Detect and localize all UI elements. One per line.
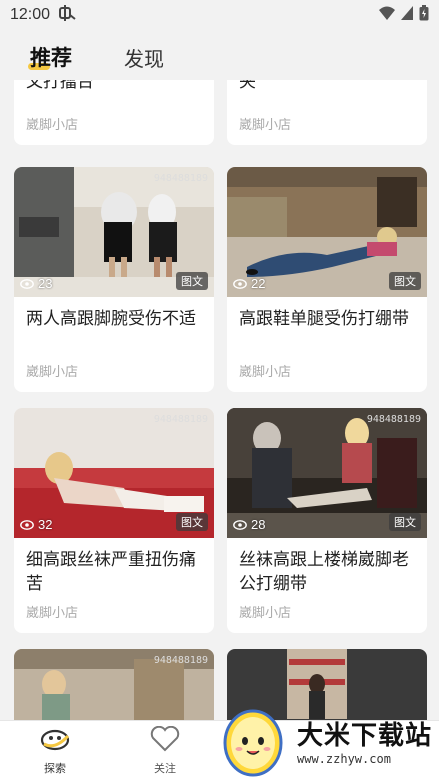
card-thumbnail: 948488189 28 图文 (227, 408, 427, 538)
card-title: 脚扭受伤绑带 又打擂台 (14, 80, 214, 110)
nav-explore-label: 探索 (44, 762, 66, 775)
card-watermark: 948488189 (366, 414, 421, 425)
eye-icon (20, 278, 34, 289)
battery-icon (419, 4, 429, 26)
card-thumbnail: 948488189 23 图文 (14, 167, 214, 297)
nav-follow-label: 关注 (154, 762, 176, 775)
card-shop-name: 崴脚小店 (26, 117, 79, 132)
card-shop-name: 崴脚小店 (26, 364, 79, 379)
site-watermark: 大米下载站 www.zzhyw.com (215, 700, 439, 780)
card-shop-name: 崴脚小店 (239, 605, 292, 620)
card-title: 高跟鞋单腿受伤打绷带 (239, 309, 409, 328)
feed-card[interactable]: 948488189 32 图文 细高跟丝袜严重扭伤痛苦 崴脚小店 (14, 408, 214, 633)
site-watermark-brand: 大米下载站 (297, 719, 433, 750)
nav-follow[interactable]: 关注 (110, 721, 220, 780)
card-views: 28 (233, 517, 265, 532)
eye-icon (233, 278, 247, 289)
content-feed[interactable]: 脚扭受伤绑带 又打擂台 崴脚小店 办公室崴脚 夹 崴脚小店 (0, 80, 439, 720)
site-watermark-text: 大米下载站 www.zzhyw.com (297, 715, 432, 766)
card-title: 办公室崴脚 夹 (227, 80, 427, 110)
explore-icon (38, 726, 72, 757)
card-title: 两人高跟脚腕受伤不适 (26, 309, 196, 328)
card-watermark: 948488189 (153, 414, 208, 425)
mascot-logo-icon (215, 699, 293, 780)
status-left: 12:00 (10, 4, 76, 26)
feed-card[interactable]: 办公室崴脚 夹 崴脚小店 (227, 80, 427, 145)
tab-discover[interactable]: 发现 (124, 43, 164, 72)
nav-explore[interactable]: 探索 (0, 721, 110, 780)
card-shop-name: 崴脚小店 (239, 117, 292, 132)
card-views: 22 (233, 276, 265, 291)
card-views-count: 23 (38, 276, 53, 291)
card-title-text: 夹 (239, 80, 256, 91)
status-bar: 12:00 (0, 0, 439, 30)
wifi-icon (379, 6, 395, 25)
heart-icon (150, 725, 180, 757)
card-views-count: 22 (251, 276, 266, 291)
card-views-count: 28 (251, 517, 266, 532)
top-tabs: 推荐 发现 (0, 30, 439, 80)
card-title: 细高跟丝袜严重扭伤痛苦 (26, 550, 196, 593)
tab-discover-label: 发现 (124, 49, 164, 71)
card-shop-name: 崴脚小店 (239, 364, 292, 379)
card-thumbnail: 22 图文 (227, 167, 427, 297)
card-shop-name: 崴脚小店 (26, 605, 79, 620)
card-title-text: 又打擂台 (26, 80, 94, 91)
feed-card[interactable]: 948488189 28 图文 丝袜高跟上楼梯崴脚老公打绷带 崴脚小店 (227, 408, 427, 633)
feed-card[interactable]: 948488189 (14, 649, 214, 720)
feed-card[interactable]: 22 图文 高跟鞋单腿受伤打绷带 崴脚小店 (227, 167, 427, 392)
card-type-badge: 图文 (389, 513, 421, 531)
card-title: 丝袜高跟上楼梯崴脚老公打绷带 (239, 550, 409, 593)
tab-recommend[interactable]: 推荐 (28, 42, 72, 72)
site-watermark-url: www.zzhyw.com (297, 751, 391, 766)
eye-icon (233, 519, 247, 530)
status-time: 12:00 (10, 6, 51, 23)
card-views-count: 32 (38, 517, 53, 532)
card-thumbnail: 948488189 32 图文 (14, 408, 214, 538)
card-type-badge: 图文 (176, 272, 208, 290)
card-watermark: 948488189 (153, 655, 208, 666)
card-type-badge: 图文 (389, 272, 421, 290)
status-right (379, 4, 429, 26)
eye-icon (20, 519, 34, 530)
tab-recommend-label: 推荐 (30, 47, 72, 70)
feed-card[interactable]: 948488189 23 图文 两人高跟脚腕受伤不适 崴脚小店 (14, 167, 214, 392)
feed-card[interactable]: 脚扭受伤绑带 又打擂台 崴脚小店 (14, 80, 214, 145)
card-type-badge: 图文 (176, 513, 208, 531)
card-views: 32 (20, 517, 52, 532)
notification-icon (58, 4, 76, 26)
signal-icon (401, 5, 413, 25)
card-watermark: 948488189 (153, 173, 208, 184)
card-views: 23 (20, 276, 52, 291)
card-thumbnail: 948488189 (14, 649, 214, 720)
